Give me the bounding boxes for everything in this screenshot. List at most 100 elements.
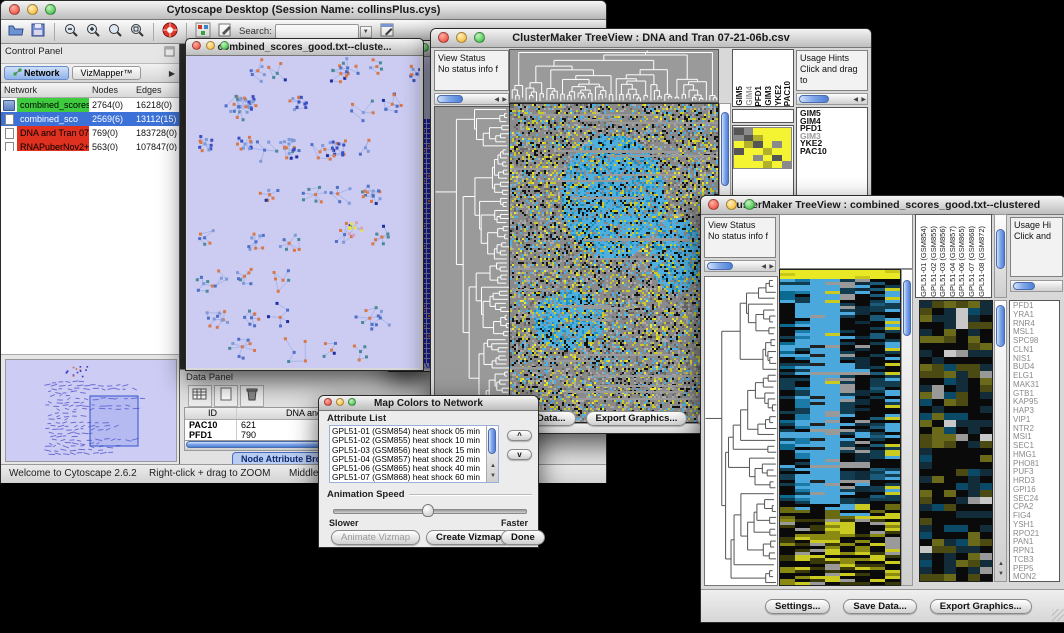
zoom-button[interactable] [474,32,485,43]
tv2-sub-heatmap[interactable] [919,300,993,582]
matrix-cell[interactable] [782,148,792,155]
tv1-status-scrollbar[interactable]: ◀ ▶ [434,93,509,105]
column-label[interactable]: YKE2 [774,85,784,106]
close-button[interactable] [9,4,20,15]
new-attribute-icon[interactable] [214,385,238,407]
attribute-item[interactable]: GPL51-07 (GSM868) heat shock 60 min [332,473,498,482]
matrix-cell[interactable] [753,155,763,162]
matrix-cell[interactable] [744,141,754,148]
matrix-cell[interactable] [734,161,744,168]
matrix-cell[interactable] [763,161,773,168]
animate-vizmap-button[interactable]: Animate Vizmap [331,530,420,545]
matrix-cell[interactable] [763,135,773,142]
create-vizmap-button[interactable]: Create Vizmap [426,530,511,545]
tv2-sub-scrollbar[interactable]: ▲ ▼ [994,300,1007,582]
matrix-cell[interactable] [744,155,754,162]
zoom-button[interactable] [45,4,56,15]
matrix-cell[interactable] [744,135,754,142]
tv2-status-scrollbar[interactable]: ◀ ▶ [704,260,776,272]
tv2-collabel-scrollbar[interactable] [994,214,1007,298]
matrix-cell[interactable] [744,148,754,155]
matrix-cell[interactable] [772,141,782,148]
save-session-icon[interactable] [27,22,49,42]
tab-vizmapper[interactable]: VizMapper™ [72,66,142,80]
zoom-selected-icon[interactable] [126,22,148,42]
column-label[interactable]: GIM5 [735,86,745,106]
close-button[interactable] [708,199,719,210]
network-table-row[interactable]: DNA and Tran 07 769(0) 183728(0) [1,126,179,140]
tv2-heatmap[interactable] [779,269,901,586]
column-label[interactable]: PFD1 [754,86,764,106]
float-panel-icon[interactable] [164,46,175,61]
search-dropdown-icon[interactable]: ▼ [360,26,372,38]
matrix-cell[interactable] [782,135,792,142]
matrix-cell[interactable] [772,128,782,135]
close-button[interactable] [192,41,201,50]
matrix-cell[interactable] [753,141,763,148]
dialog-titlebar[interactable]: Map Colors to Network [319,396,538,411]
matrix-cell[interactable] [753,135,763,142]
move-down-button[interactable]: v [507,449,532,460]
done-button[interactable]: Done [501,530,545,545]
matrix-cell[interactable] [734,155,744,162]
minimize-button[interactable] [336,398,344,406]
tv2-left-dendrogram[interactable] [704,276,778,586]
network-table-row[interactable]: combined_scores 2764(0) 16218(0) [1,98,179,112]
matrix-cell[interactable] [782,141,792,148]
birdseye-view[interactable] [5,359,177,462]
matrix-cell[interactable] [782,155,792,162]
matrix-cell[interactable] [734,141,744,148]
tv1-hints-scrollbar[interactable]: ◀ ▶ [796,93,868,105]
matrix-cell[interactable] [782,161,792,168]
resize-grip[interactable] [1052,609,1064,621]
matrix-cell[interactable] [772,155,782,162]
matrix-cell[interactable] [753,148,763,155]
matrix-cell[interactable] [744,128,754,135]
attribute-select-icon[interactable] [188,385,212,407]
minimize-button[interactable] [206,41,215,50]
column-label[interactable]: GPL51-03 (GSM856) [938,226,948,297]
zoom-button[interactable] [348,398,356,406]
minimize-button[interactable] [726,199,737,210]
matrix-cell[interactable] [763,128,773,135]
matrix-cell[interactable] [734,135,744,142]
zoom-button[interactable] [744,199,755,210]
tv2-action-button[interactable]: Settings... [765,599,830,614]
matrix-cell[interactable] [772,135,782,142]
gene-label[interactable]: MON2 [1013,573,1059,582]
gene-label[interactable]: PAC10 [800,148,867,156]
column-label[interactable]: GIM3 [764,86,774,106]
column-header-id[interactable]: ID [185,408,237,419]
tv2-action-button[interactable]: Save Data... [843,599,916,614]
network-graph-canvas[interactable] [187,56,420,368]
matrix-cell[interactable] [772,161,782,168]
search-input[interactable] [275,24,359,39]
matrix-cell[interactable] [763,141,773,148]
column-label[interactable]: GPL51-01 (GSM854) [919,226,929,297]
minimize-button[interactable] [456,32,467,43]
treeview2-titlebar[interactable]: ClusterMaker TreeView : combined_scores_… [701,196,1064,215]
tv1-action-button[interactable]: Export Graphics... [586,411,688,426]
open-file-icon[interactable] [5,22,27,42]
close-button[interactable] [438,32,449,43]
help-icon[interactable] [159,22,181,42]
matrix-cell[interactable] [763,155,773,162]
tv1-top-dendrogram[interactable] [509,49,719,103]
matrix-cell[interactable] [753,128,763,135]
main-window-titlebar[interactable]: Cytoscape Desktop (Session Name: collins… [1,1,606,20]
tv1-similarity-matrix[interactable] [733,127,792,169]
network-window-titlebar[interactable]: combined_scores_good.txt--cluste... [186,39,423,56]
network-table-row[interactable]: combined_sco 2569(6) 13112(15) [1,112,179,126]
matrix-cell[interactable] [763,148,773,155]
delete-attribute-icon[interactable] [240,385,264,407]
matrix-cell[interactable] [744,161,754,168]
column-label[interactable]: GPL51-06 (GSM865) [957,226,967,297]
tab-overflow-icon[interactable]: ▶ [169,69,175,78]
zoom-in-icon[interactable] [82,22,104,42]
matrix-cell[interactable] [753,161,763,168]
tv1-heatmap[interactable] [509,103,719,423]
tv2-hints-scrollbar[interactable] [1010,280,1063,292]
column-label[interactable]: GIM4 [745,86,755,106]
matrix-cell[interactable] [734,128,744,135]
tv2-action-button[interactable]: Export Graphics... [930,599,1032,614]
